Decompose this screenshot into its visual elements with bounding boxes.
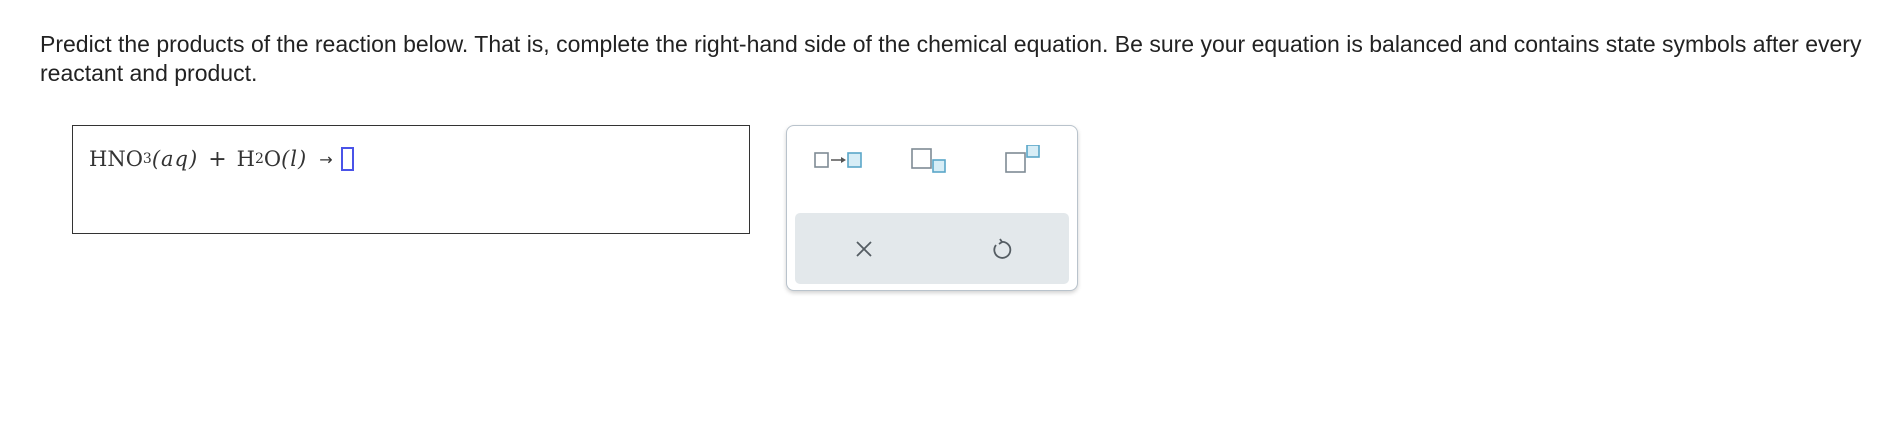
subscript-template-icon — [911, 148, 946, 173]
arrow-template-button[interactable] — [809, 143, 867, 177]
clear-button[interactable] — [842, 227, 886, 271]
reactant-2-formula-o: O — [263, 147, 282, 171]
subscript-template-button[interactable] — [900, 143, 958, 177]
reactant-1-formula: HNO — [89, 147, 143, 171]
reactant-1-state: (aq) — [151, 147, 199, 171]
superscript-template-button[interactable] — [996, 143, 1054, 177]
superscript-template-icon — [1005, 145, 1040, 173]
product-input-slot[interactable] — [340, 147, 354, 171]
equation-toolbar — [786, 125, 1078, 291]
reactant-2-formula-h: H — [236, 147, 255, 171]
reactant-2-state: (l) — [281, 147, 308, 171]
undo-button[interactable] — [979, 227, 1023, 271]
clear-icon — [856, 241, 872, 257]
chemical-equation: HNO 3 (aq) + H2O (l) → — [89, 142, 354, 176]
undo-icon — [993, 238, 1012, 259]
equation-answer-box[interactable]: HNO 3 (aq) + H2O (l) → — [72, 125, 750, 234]
action-bar — [795, 213, 1069, 284]
arrow-template-icon — [814, 152, 862, 168]
question-prompt: Predict the products of the reaction bel… — [40, 31, 1862, 86]
plus-sign: + — [208, 146, 227, 172]
reaction-arrow: → — [319, 149, 333, 169]
